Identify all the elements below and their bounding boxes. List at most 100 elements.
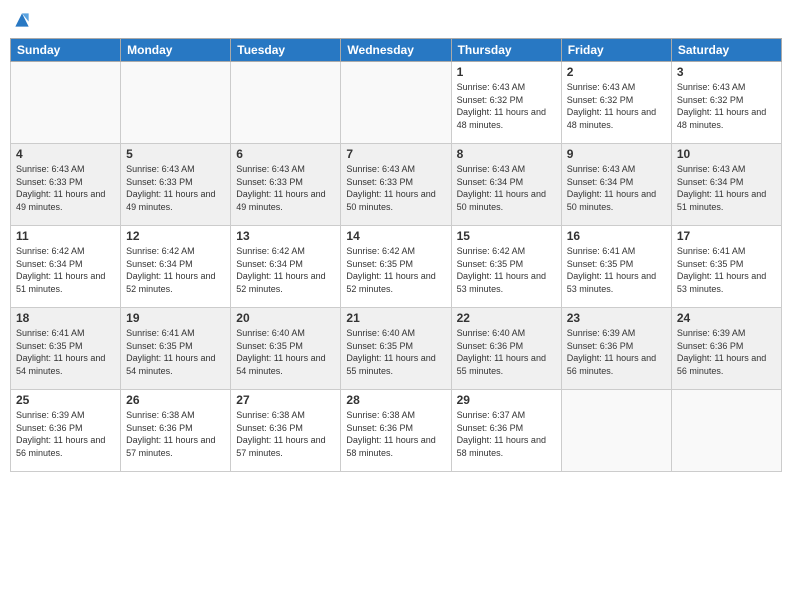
- day-cell: [561, 390, 671, 472]
- day-number: 16: [567, 229, 666, 243]
- day-cell: [11, 62, 121, 144]
- day-number: 14: [346, 229, 445, 243]
- day-number: 11: [16, 229, 115, 243]
- day-number: 3: [677, 65, 776, 79]
- day-cell: 26 Sunrise: 6:38 AM Sunset: 6:36 PM Dayli…: [121, 390, 231, 472]
- day-cell: 28 Sunrise: 6:38 AM Sunset: 6:36 PM Dayli…: [341, 390, 451, 472]
- day-number: 26: [126, 393, 225, 407]
- day-info: Sunrise: 6:39 AM Sunset: 6:36 PM Dayligh…: [16, 409, 115, 459]
- day-number: 6: [236, 147, 335, 161]
- day-info: Sunrise: 6:42 AM Sunset: 6:34 PM Dayligh…: [236, 245, 335, 295]
- day-cell: 6Sunrise: 6:43 AM Sunset: 6:33 PM Daylig…: [231, 144, 341, 226]
- day-number: 29: [457, 393, 556, 407]
- day-cell: 7 Sunrise: 6:43 AM Sunset: 6:33 PM Daylig…: [341, 144, 451, 226]
- day-cell: 15 Sunrise: 6:42 AM Sunset: 6:35 PM Dayli…: [451, 226, 561, 308]
- day-cell: [341, 62, 451, 144]
- day-number: 1: [457, 65, 556, 79]
- week-row-2: 11 Sunrise: 6:42 AM Sunset: 6:34 PM Dayli…: [11, 226, 782, 308]
- day-number: 9: [567, 147, 666, 161]
- day-cell: 20 Sunrise: 6:40 AM Sunset: 6:35 PM Dayli…: [231, 308, 341, 390]
- day-info: Sunrise: 6:38 AM Sunset: 6:36 PM Dayligh…: [346, 409, 445, 459]
- day-cell: 14 Sunrise: 6:42 AM Sunset: 6:35 PM Dayli…: [341, 226, 451, 308]
- day-info: Sunrise: 6:40 AM Sunset: 6:36 PM Dayligh…: [457, 327, 556, 377]
- day-cell: 1 Sunrise: 6:43 AM Sunset: 6:32 PM Daylig…: [451, 62, 561, 144]
- day-cell: 11 Sunrise: 6:42 AM Sunset: 6:34 PM Dayli…: [11, 226, 121, 308]
- weekday-sunday: Sunday: [11, 39, 121, 62]
- day-cell: 21Sunrise: 6:40 AM Sunset: 6:35 PM Dayli…: [341, 308, 451, 390]
- day-info: Sunrise: 6:37 AM Sunset: 6:36 PM Dayligh…: [457, 409, 556, 459]
- day-cell: 29 Sunrise: 6:37 AM Sunset: 6:36 PM Dayli…: [451, 390, 561, 472]
- logo: [10, 10, 32, 30]
- day-info: Sunrise: 6:38 AM Sunset: 6:36 PM Dayligh…: [126, 409, 225, 459]
- day-number: 20: [236, 311, 335, 325]
- day-number: 4: [16, 147, 115, 161]
- day-info: Sunrise: 6:43 AM Sunset: 6:32 PM Dayligh…: [457, 81, 556, 131]
- day-number: 25: [16, 393, 115, 407]
- day-info: Sunrise: 6:38 AM Sunset: 6:36 PM Dayligh…: [236, 409, 335, 459]
- day-cell: [121, 62, 231, 144]
- day-number: 23: [567, 311, 666, 325]
- day-number: 24: [677, 311, 776, 325]
- week-row-4: 25 Sunrise: 6:39 AM Sunset: 6:36 PM Dayli…: [11, 390, 782, 472]
- day-info: Sunrise: 6:39 AM Sunset: 6:36 PM Dayligh…: [567, 327, 666, 377]
- day-cell: 8 Sunrise: 6:43 AM Sunset: 6:34 PM Daylig…: [451, 144, 561, 226]
- day-info: Sunrise: 6:42 AM Sunset: 6:35 PM Dayligh…: [457, 245, 556, 295]
- weekday-header-row: SundayMondayTuesdayWednesdayThursdayFrid…: [11, 39, 782, 62]
- day-number: 10: [677, 147, 776, 161]
- weekday-saturday: Saturday: [671, 39, 781, 62]
- weekday-thursday: Thursday: [451, 39, 561, 62]
- day-number: 15: [457, 229, 556, 243]
- day-info: Sunrise: 6:43 AM Sunset: 6:32 PM Dayligh…: [677, 81, 776, 131]
- day-cell: 17 Sunrise: 6:41 AM Sunset: 6:35 PM Dayli…: [671, 226, 781, 308]
- day-number: 17: [677, 229, 776, 243]
- day-number: 28: [346, 393, 445, 407]
- day-number: 19: [126, 311, 225, 325]
- day-cell: 24Sunrise: 6:39 AM Sunset: 6:36 PM Dayli…: [671, 308, 781, 390]
- day-cell: 25 Sunrise: 6:39 AM Sunset: 6:36 PM Dayli…: [11, 390, 121, 472]
- calendar-table: SundayMondayTuesdayWednesdayThursdayFrid…: [10, 38, 782, 472]
- day-cell: 3 Sunrise: 6:43 AM Sunset: 6:32 PM Daylig…: [671, 62, 781, 144]
- day-cell: 10 Sunrise: 6:43 AM Sunset: 6:34 PM Dayli…: [671, 144, 781, 226]
- weekday-wednesday: Wednesday: [341, 39, 451, 62]
- week-row-1: 4 Sunrise: 6:43 AM Sunset: 6:33 PM Daylig…: [11, 144, 782, 226]
- day-cell: 2 Sunrise: 6:43 AM Sunset: 6:32 PM Daylig…: [561, 62, 671, 144]
- week-row-0: 1 Sunrise: 6:43 AM Sunset: 6:32 PM Daylig…: [11, 62, 782, 144]
- day-info: Sunrise: 6:43 AM Sunset: 6:34 PM Dayligh…: [457, 163, 556, 213]
- day-info: Sunrise: 6:43 AM Sunset: 6:33 PM Dayligh…: [16, 163, 115, 213]
- day-cell: 5 Sunrise: 6:43 AM Sunset: 6:33 PM Daylig…: [121, 144, 231, 226]
- day-info: Sunrise: 6:42 AM Sunset: 6:34 PM Dayligh…: [16, 245, 115, 295]
- day-info: Sunrise: 6:40 AM Sunset: 6:35 PM Dayligh…: [236, 327, 335, 377]
- day-info: Sunrise: 6:43 AM Sunset: 6:34 PM Dayligh…: [567, 163, 666, 213]
- day-info: Sunrise: 6:43 AM Sunset: 6:34 PM Dayligh…: [677, 163, 776, 213]
- day-number: 13: [236, 229, 335, 243]
- day-cell: 9 Sunrise: 6:43 AM Sunset: 6:34 PM Daylig…: [561, 144, 671, 226]
- day-info: Sunrise: 6:43 AM Sunset: 6:33 PM Dayligh…: [126, 163, 225, 213]
- day-number: 18: [16, 311, 115, 325]
- day-info: Sunrise: 6:43 AM Sunset: 6:33 PM Dayligh…: [346, 163, 445, 213]
- day-number: 12: [126, 229, 225, 243]
- day-cell: 22 Sunrise: 6:40 AM Sunset: 6:36 PM Dayli…: [451, 308, 561, 390]
- day-info: Sunrise: 6:42 AM Sunset: 6:34 PM Dayligh…: [126, 245, 225, 295]
- logo-icon: [12, 10, 32, 30]
- day-info: Sunrise: 6:43 AM Sunset: 6:32 PM Dayligh…: [567, 81, 666, 131]
- day-cell: [231, 62, 341, 144]
- day-number: 8: [457, 147, 556, 161]
- day-cell: 19 Sunrise: 6:41 AM Sunset: 6:35 PM Dayli…: [121, 308, 231, 390]
- day-info: Sunrise: 6:41 AM Sunset: 6:35 PM Dayligh…: [16, 327, 115, 377]
- day-number: 7: [346, 147, 445, 161]
- day-number: 22: [457, 311, 556, 325]
- day-info: Sunrise: 6:41 AM Sunset: 6:35 PM Dayligh…: [567, 245, 666, 295]
- day-number: 21: [346, 311, 445, 325]
- day-cell: 12 Sunrise: 6:42 AM Sunset: 6:34 PM Dayli…: [121, 226, 231, 308]
- day-cell: 4 Sunrise: 6:43 AM Sunset: 6:33 PM Daylig…: [11, 144, 121, 226]
- day-info: Sunrise: 6:42 AM Sunset: 6:35 PM Dayligh…: [346, 245, 445, 295]
- weekday-tuesday: Tuesday: [231, 39, 341, 62]
- header: [10, 10, 782, 30]
- day-number: 2: [567, 65, 666, 79]
- weekday-monday: Monday: [121, 39, 231, 62]
- day-info: Sunrise: 6:41 AM Sunset: 6:35 PM Dayligh…: [677, 245, 776, 295]
- day-cell: 18 Sunrise: 6:41 AM Sunset: 6:35 PM Dayli…: [11, 308, 121, 390]
- day-number: 5: [126, 147, 225, 161]
- day-info: Sunrise: 6:41 AM Sunset: 6:35 PM Dayligh…: [126, 327, 225, 377]
- day-cell: 23 Sunrise: 6:39 AM Sunset: 6:36 PM Dayli…: [561, 308, 671, 390]
